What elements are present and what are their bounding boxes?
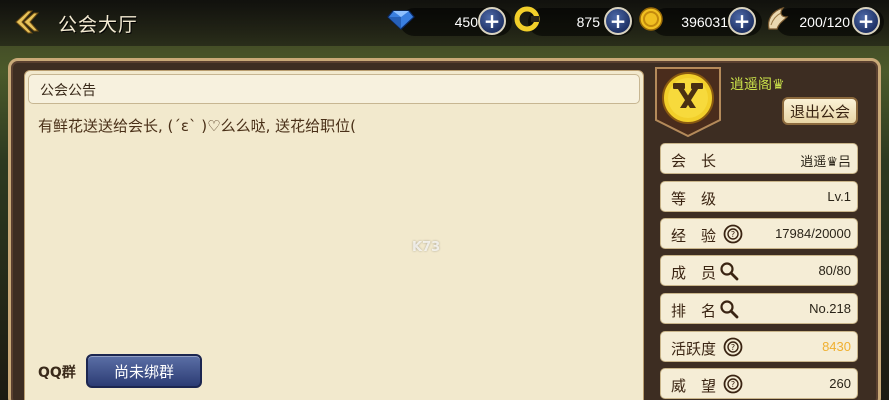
back-button[interactable] bbox=[10, 7, 44, 37]
info-row-members: 成 员 80/80 bbox=[660, 255, 858, 286]
notice-title: 公会公告 bbox=[40, 83, 96, 99]
members-value: 80/80 bbox=[818, 263, 851, 278]
experience-value: 17984/20000 bbox=[775, 226, 851, 241]
watermark-logo: K73 bbox=[412, 240, 441, 255]
guild-emblem-icon bbox=[652, 64, 724, 138]
diamond-icon bbox=[386, 4, 416, 34]
info-row-experience: 经 验 ? 17984/20000 bbox=[660, 218, 858, 249]
gold-coin-icon bbox=[636, 4, 666, 34]
stamina-wing-icon bbox=[762, 4, 792, 34]
rank-value: No.218 bbox=[809, 301, 851, 316]
search-icon[interactable] bbox=[719, 299, 739, 319]
back-arrow-icon bbox=[15, 10, 40, 34]
members-label: 成 员 bbox=[671, 264, 717, 282]
info-row-level: 等 级 Lv.1 bbox=[660, 181, 858, 212]
bind-qq-group-button[interactable]: 尚未绑群 bbox=[86, 354, 202, 388]
diamond-value: 450 bbox=[454, 14, 478, 30]
help-icon[interactable]: ? bbox=[723, 224, 743, 244]
gold-value: 396031 bbox=[681, 14, 728, 30]
info-row-activity: 活跃度 ? 8430 bbox=[660, 331, 858, 362]
prestige-label: 威 望 bbox=[671, 377, 717, 395]
add-stamina-button[interactable]: + bbox=[852, 7, 880, 35]
add-diamond-button[interactable]: + bbox=[478, 7, 506, 35]
info-row-prestige: 威 望 ? 260 bbox=[660, 368, 858, 399]
guild-name: 逍遥阁♛ bbox=[730, 77, 785, 93]
stamina-value: 200/120 bbox=[799, 14, 850, 30]
svg-text:?: ? bbox=[731, 343, 735, 352]
activity-value: 8430 bbox=[822, 339, 851, 354]
add-gold-button[interactable]: + bbox=[728, 7, 756, 35]
notice-text: 有鲜花送送给会长, (´ε` )♡么么哒, 送花给职位( bbox=[38, 117, 356, 135]
help-icon[interactable]: ? bbox=[723, 374, 743, 394]
leader-label: 会 长 bbox=[671, 152, 717, 170]
info-row-rank: 排 名 No.218 bbox=[660, 293, 858, 324]
page-title: 公会大厅 bbox=[58, 14, 139, 36]
quit-guild-button[interactable]: 退出公会 bbox=[782, 97, 858, 125]
experience-label: 经 验 bbox=[671, 227, 717, 245]
level-label: 等 级 bbox=[671, 190, 717, 208]
activity-label: 活跃度 bbox=[671, 340, 717, 358]
rank-label: 排 名 bbox=[671, 302, 717, 320]
coupon-icon bbox=[512, 4, 542, 34]
add-coupon-button[interactable]: + bbox=[604, 7, 632, 35]
notice-title-bar bbox=[28, 74, 640, 104]
search-icon[interactable] bbox=[719, 261, 739, 281]
svg-text:?: ? bbox=[731, 230, 735, 239]
svg-text:?: ? bbox=[731, 380, 735, 389]
info-row-leader: 会 长 逍遥♛吕 bbox=[660, 143, 858, 174]
coupon-value: 875 bbox=[576, 14, 600, 30]
level-value: Lv.1 bbox=[827, 189, 851, 204]
leader-value: 逍遥♛吕 bbox=[800, 154, 851, 169]
help-icon[interactable]: ? bbox=[723, 337, 743, 357]
qq-group-label: QQ群 bbox=[38, 365, 76, 381]
prestige-value: 260 bbox=[829, 376, 851, 391]
